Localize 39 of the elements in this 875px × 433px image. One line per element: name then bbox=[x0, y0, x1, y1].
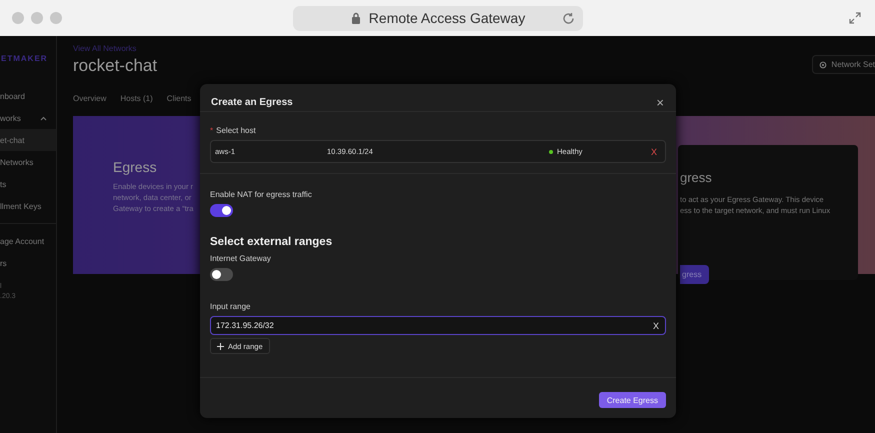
banner-title: Egress bbox=[113, 159, 158, 175]
page-title: rocket-chat bbox=[73, 56, 158, 76]
dialog-title: Create an Egress bbox=[211, 97, 293, 108]
field-label: Enable NAT for egress traffic bbox=[210, 190, 313, 199]
field-label: Internet Gateway bbox=[210, 254, 272, 263]
logo: ETMAKER bbox=[0, 54, 49, 63]
reload-icon[interactable] bbox=[562, 12, 575, 24]
sidebar-item[interactable]: works bbox=[0, 107, 56, 129]
toggle-switch[interactable] bbox=[210, 204, 233, 217]
tab[interactable]: Overview bbox=[73, 94, 106, 116]
chevron-up-icon bbox=[40, 116, 47, 120]
remove-button[interactable]: X bbox=[647, 146, 661, 156]
settings-icon bbox=[819, 60, 828, 68]
status-dot bbox=[549, 150, 553, 154]
sidebar-item[interactable]: age Account bbox=[0, 230, 56, 252]
create-button[interactable]: Create Egress bbox=[598, 392, 666, 408]
input-field[interactable]: 172.31.95.26/32 X bbox=[210, 316, 666, 335]
expand-icon[interactable] bbox=[849, 12, 861, 24]
lock-icon bbox=[350, 12, 361, 24]
field-label: Input range bbox=[210, 302, 252, 311]
field-label: * Select host bbox=[210, 126, 257, 135]
section-heading: Select external ranges bbox=[210, 236, 334, 248]
network-settings-button[interactable]: Network Set bbox=[812, 55, 875, 74]
tab[interactable]: Hosts (1) bbox=[120, 94, 153, 116]
sidebar-item[interactable]: llment Keys bbox=[0, 195, 56, 217]
sidebar-item[interactable]: Networks bbox=[0, 151, 56, 173]
plus-icon bbox=[217, 342, 224, 350]
sidebar-item[interactable]: rs bbox=[0, 252, 56, 274]
close-button[interactable]: × bbox=[654, 96, 666, 109]
clear-button[interactable]: X bbox=[652, 320, 659, 330]
sidebar-item[interactable]: nboard bbox=[0, 85, 56, 107]
tab[interactable]: Clients bbox=[166, 94, 192, 116]
toggle-switch[interactable] bbox=[210, 268, 233, 281]
sidebar-item[interactable]: ts bbox=[0, 173, 56, 195]
card-title: gress bbox=[680, 170, 713, 185]
address-bar[interactable]: Remote Access Gateway bbox=[293, 6, 583, 30]
egress-button[interactable]: gress bbox=[680, 265, 709, 284]
sidebar-item[interactable]: et-chat bbox=[0, 129, 56, 151]
address-text: Remote Access Gateway bbox=[368, 10, 526, 26]
